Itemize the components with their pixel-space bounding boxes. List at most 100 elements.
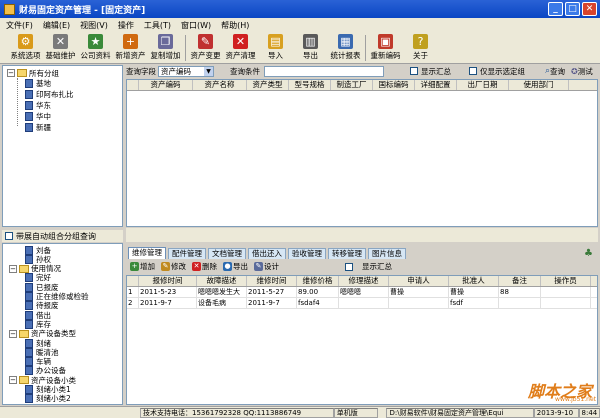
column-header[interactable]: 型号规格: [289, 80, 331, 90]
search-button[interactable]: ⌕ 查询: [545, 66, 565, 77]
column-header[interactable]: 详细配置: [415, 80, 457, 90]
tree-node-label: 刻绪小类2: [36, 394, 71, 404]
column-header[interactable]: 修理描述: [339, 276, 389, 286]
sub-show-summary-checkbox[interactable]: [345, 262, 353, 271]
minimize-button[interactable]: _: [548, 2, 563, 16]
table-cell: 曹操: [389, 287, 449, 297]
toolbar-button-6[interactable]: ✕ 资产清理: [223, 33, 258, 64]
tree-node[interactable]: 华中: [25, 111, 51, 121]
design-icon: ✎: [254, 262, 263, 271]
sub-button-1[interactable]: ✎ 修改: [161, 261, 186, 272]
tree-node[interactable]: 新疆: [25, 122, 51, 132]
menu-item-4[interactable]: 工具(T): [144, 20, 171, 31]
tree-node-label: 华东: [36, 100, 51, 110]
column-header[interactable]: 维修价格: [297, 276, 339, 286]
sub-button-0[interactable]: + 增加: [130, 261, 155, 272]
tab-5[interactable]: 转移管理: [328, 248, 366, 259]
auto-combine-label: 带展自动组合分组查询: [16, 231, 96, 241]
tab-2[interactable]: 文档管理: [208, 248, 246, 259]
toolbar-button-5[interactable]: ✎ 资产变更: [188, 33, 223, 64]
column-header[interactable]: 维修时间: [247, 276, 297, 286]
toolbar-button-10[interactable]: ▣ 重新编码: [368, 33, 403, 64]
menu-item-1[interactable]: 编辑(E): [43, 20, 70, 31]
only-selected-checkbox[interactable]: [469, 67, 477, 75]
column-header[interactable]: 资产编码: [139, 80, 193, 90]
tree-node[interactable]: 印阿布扎比: [25, 89, 74, 99]
collapse-icon[interactable]: −: [9, 264, 17, 273]
column-header[interactable]: 报修时间: [139, 276, 197, 286]
tab-4[interactable]: 验收管理: [288, 248, 326, 259]
collapse-icon[interactable]: −: [7, 69, 15, 77]
splitter[interactable]: [126, 228, 598, 242]
group-tree[interactable]: − 所有分组 基地 印阿布扎比 华东 华中 新疆: [2, 65, 123, 227]
tab-0[interactable]: 维修管理: [128, 247, 166, 259]
sub-button-4[interactable]: ✎ 设计: [254, 261, 279, 272]
column-header[interactable]: 资产类型: [247, 80, 289, 90]
settings-icon: ⚙: [18, 34, 33, 49]
menu-item-2[interactable]: 视图(V): [80, 20, 108, 31]
search-label: 查询: [550, 66, 566, 76]
column-header[interactable]: 批准人: [449, 276, 499, 286]
menu-item-0[interactable]: 文件(F): [6, 20, 33, 31]
tab-1[interactable]: 配件管理: [168, 248, 206, 259]
recode-icon: ▣: [378, 34, 393, 49]
toolbar-button-9[interactable]: ▦ 统计报表: [328, 33, 363, 64]
collapse-icon[interactable]: −: [9, 329, 17, 338]
auto-combine-option[interactable]: 带展自动组合分组查询: [2, 230, 123, 242]
toolbar-button-3[interactable]: + 新增资产: [113, 33, 148, 64]
sub-button-2[interactable]: ✕ 删除: [192, 261, 217, 272]
column-header[interactable]: 制造工厂: [331, 80, 373, 90]
tab-3[interactable]: 借出还入: [248, 248, 286, 259]
status-panel-1: 单机版: [333, 407, 379, 418]
toolbar-button-1[interactable]: ✕ 基础维护: [43, 33, 78, 64]
menu-item-3[interactable]: 操作: [118, 20, 134, 31]
table-row[interactable]: 2 2011-9-7 设备毛病 2011-9-7 fsdaf4 fsdf: [127, 298, 597, 309]
table-cell: [499, 298, 541, 308]
close-button[interactable]: ✕: [582, 2, 597, 16]
toolbar-button-2[interactable]: ★ 公司资料: [78, 33, 113, 64]
column-header[interactable]: 备注: [499, 276, 541, 286]
tab-6[interactable]: 图片信息: [368, 248, 406, 259]
column-header[interactable]: 使用部门: [509, 80, 569, 90]
table-row[interactable]: 1 2011-5-23 嗯嗯嗯发生大 2011-5-27 89.00 嗯嗯嗯 曹操 曹操 88: [127, 287, 597, 298]
menu-item-6[interactable]: 帮助(H): [221, 20, 249, 31]
tree-line: [17, 78, 18, 126]
table-cell: 89.00: [297, 287, 339, 297]
category-tree[interactable]: 刘备 孙权 − 使用情况 完好 已报废 正在维修或检验 待报废 借出 库存 − 资产设备类型 刻绪 暖清池…: [2, 243, 123, 405]
toolbar-button-0[interactable]: ⚙ 系统选项: [8, 33, 43, 64]
sub-show-summary-label: 显示汇总: [362, 262, 392, 271]
query-cond-input[interactable]: [264, 65, 384, 77]
item-icon: [25, 273, 33, 283]
query-bar: 查询字段 资产编码 ▼ 查询条件 显示汇总 仅显示选定组 ⌕ 查询 ✪ 测试: [126, 64, 598, 78]
test-button[interactable]: ✪ 测试: [571, 66, 593, 77]
toolbar-button-11[interactable]: ? 关于: [403, 33, 438, 64]
status-bar: 技术支持电话：15361792328 QQ:1113886749 单机版 D:\财易…: [0, 406, 600, 418]
table-cell: 设备毛病: [197, 298, 247, 308]
column-header[interactable]: 操作员: [541, 276, 591, 286]
column-header[interactable]: 申请人: [389, 276, 449, 286]
sub-button-3[interactable]: ● 导出: [223, 261, 248, 272]
menu-item-5[interactable]: 窗口(W): [181, 20, 211, 31]
column-header[interactable]: 资产名称: [193, 80, 247, 90]
table-cell: 88: [499, 287, 541, 297]
item-icon: [25, 394, 33, 404]
maximize-button[interactable]: □: [565, 2, 580, 16]
collapse-icon[interactable]: −: [9, 376, 17, 385]
column-header[interactable]: 出厂日期: [457, 80, 509, 90]
query-field-select[interactable]: 资产编码 ▼: [158, 65, 214, 77]
toolbar-button-4[interactable]: ❐ 复制增加: [148, 33, 183, 64]
toolbar-button-7[interactable]: ▤ 导入: [258, 33, 293, 64]
tree-node[interactable]: 刻绪小类2: [25, 394, 71, 404]
auto-combine-checkbox[interactable]: [5, 232, 13, 240]
tree-node[interactable]: 基地: [25, 78, 51, 88]
tree-node[interactable]: 华东: [25, 100, 51, 110]
table-cell: 嗯嗯嗯发生大: [197, 287, 247, 297]
show-summary-checkbox[interactable]: [410, 67, 418, 75]
sub-button-label: 设计: [264, 262, 279, 271]
tree-node-root[interactable]: − 所有分组: [7, 68, 59, 78]
column-header[interactable]: 国标编码: [373, 80, 415, 90]
toolbar-button-8[interactable]: ▥ 导出: [293, 33, 328, 64]
asset-grid[interactable]: 资产编码 资产名称 资产类型 型号规格 制造工厂 国标编码 详细配置 出厂日期 使用部门: [126, 79, 598, 227]
toolbar-separator: [185, 35, 186, 61]
column-header[interactable]: 故障描述: [197, 276, 247, 286]
